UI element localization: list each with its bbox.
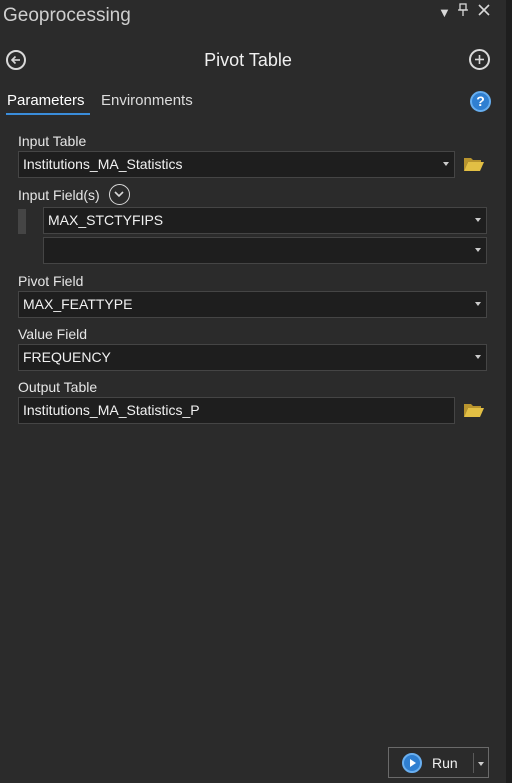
pane-title: Geoprocessing	[3, 5, 131, 26]
play-icon	[402, 753, 422, 773]
pane-options-dropdown-icon[interactable]: ▼	[438, 5, 451, 20]
pane-titlebar: Geoprocessing ▼	[0, 0, 506, 34]
chevron-down-icon	[475, 248, 481, 252]
input-fields-label: Input Field(s)	[18, 187, 100, 203]
output-table-label: Output Table	[18, 379, 98, 395]
pivot-field-label: Pivot Field	[18, 273, 84, 289]
input-field-value-1: MAX_STCTYFIPS	[48, 212, 164, 228]
run-button[interactable]: Run	[388, 747, 489, 778]
active-tab-indicator	[6, 113, 90, 115]
tab-parameters[interactable]: Parameters	[7, 92, 85, 109]
add-icon[interactable]	[469, 49, 490, 70]
run-label: Run	[432, 755, 458, 771]
run-button-divider	[473, 753, 474, 773]
help-icon[interactable]: ?	[470, 91, 491, 112]
run-options-chevron-icon[interactable]	[478, 762, 484, 766]
pivot-field-dropdown[interactable]: MAX_FEATTYPE	[18, 291, 487, 318]
folder-open-icon[interactable]	[463, 156, 485, 172]
chevron-down-icon	[475, 355, 481, 359]
output-table-input[interactable]: Institutions_MA_Statistics_P	[18, 397, 455, 424]
expand-collapse-icon[interactable]	[109, 184, 130, 205]
input-table-dropdown[interactable]: Institutions_MA_Statistics	[18, 151, 455, 178]
value-field-label: Value Field	[18, 326, 88, 342]
tab-environments[interactable]: Environments	[101, 92, 193, 109]
drag-handle[interactable]	[18, 209, 26, 234]
input-table-value: Institutions_MA_Statistics	[23, 156, 183, 172]
close-icon[interactable]	[478, 3, 490, 20]
pane-border	[506, 0, 512, 783]
value-field-dropdown[interactable]: FREQUENCY	[18, 344, 487, 371]
tool-title: Pivot Table	[204, 50, 292, 70]
output-table-value: Institutions_MA_Statistics_P	[23, 402, 200, 418]
input-field-dropdown-1[interactable]: MAX_STCTYFIPS	[43, 207, 487, 234]
pin-icon[interactable]	[457, 3, 469, 21]
input-field-dropdown-2[interactable]	[43, 237, 487, 264]
chevron-down-icon	[443, 162, 449, 166]
chevron-down-icon	[475, 218, 481, 222]
chevron-down-icon	[475, 302, 481, 306]
pivot-field-value: MAX_FEATTYPE	[23, 296, 133, 312]
value-field-value: FREQUENCY	[23, 349, 111, 365]
folder-open-icon[interactable]	[463, 402, 485, 418]
input-table-label: Input Table	[18, 133, 87, 149]
